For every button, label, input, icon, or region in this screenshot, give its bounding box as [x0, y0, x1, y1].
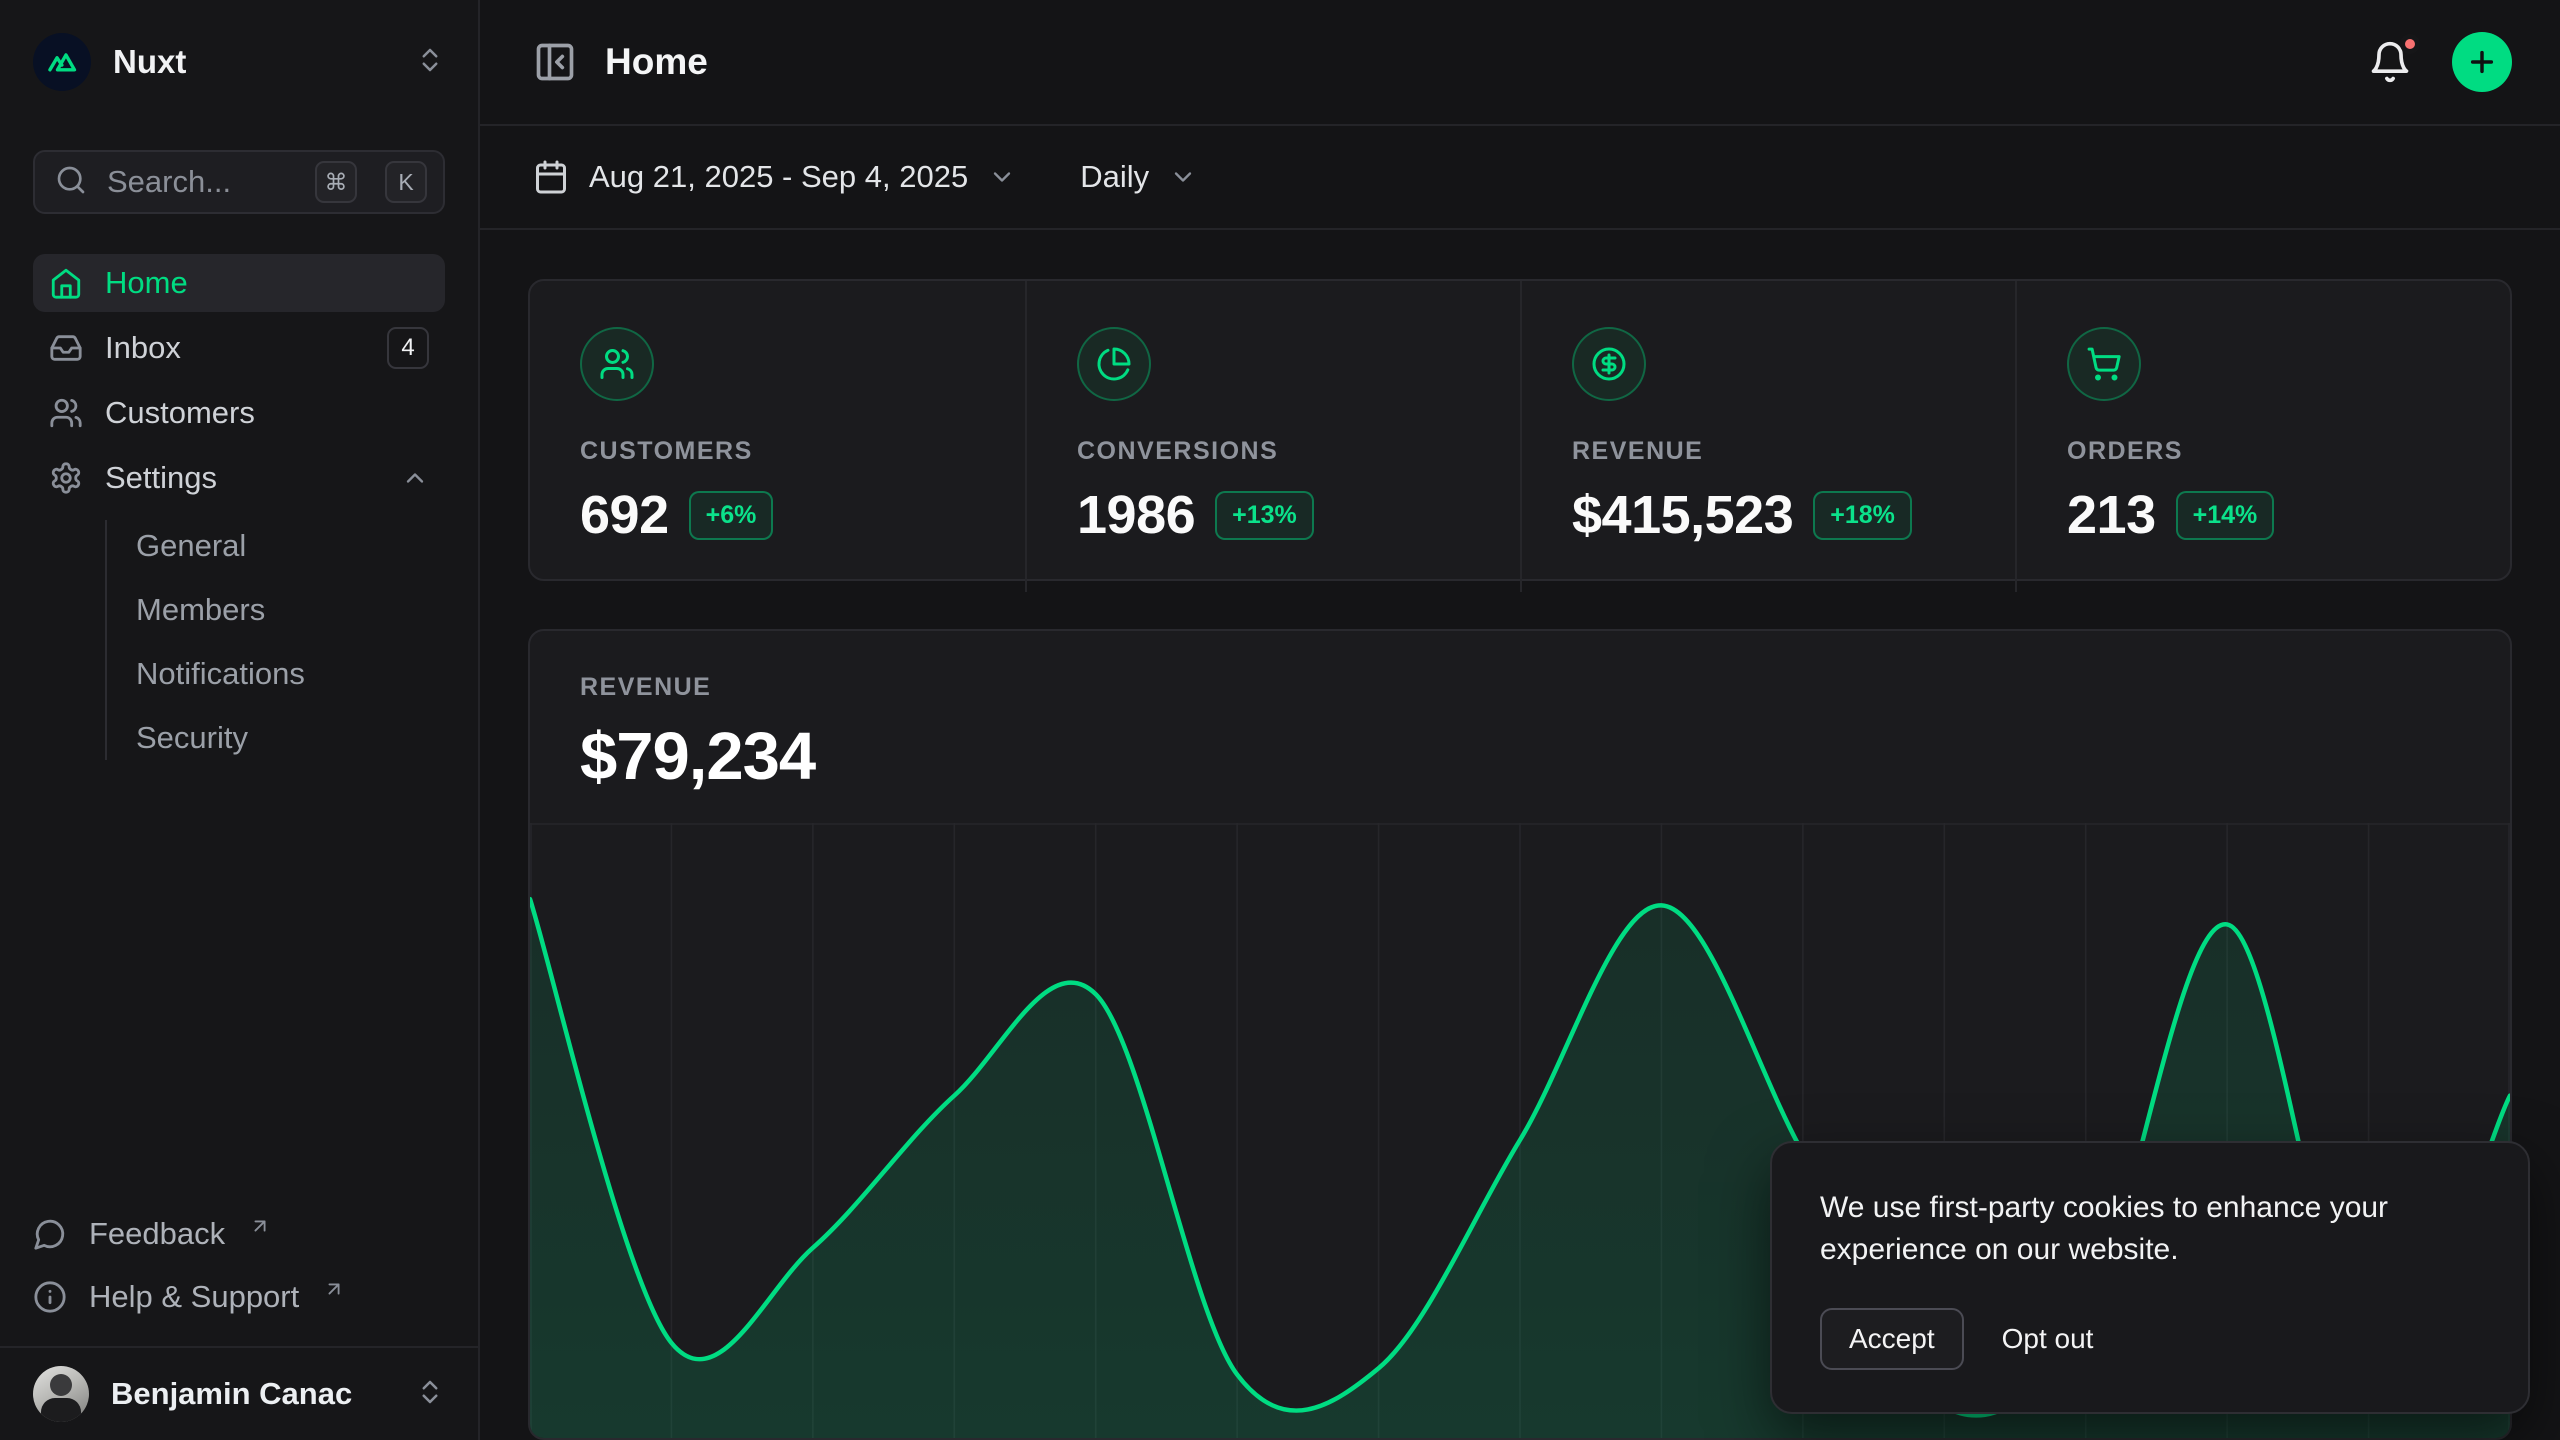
- plus-icon: [2466, 46, 2498, 78]
- sidebar: Nuxt Search... ⌘ K Home: [0, 0, 480, 1440]
- notifications-button[interactable]: [2368, 40, 2412, 84]
- panel-left-close-icon: [533, 40, 577, 84]
- date-range-picker[interactable]: Aug 21, 2025 - Sep 4, 2025: [533, 159, 1016, 195]
- users-icon: [49, 396, 83, 430]
- help-support-label: Help & Support: [89, 1279, 299, 1315]
- sidebar-footer-links: Feedback Help & Support: [33, 1202, 445, 1328]
- sidebar-item-label: Inbox: [105, 330, 365, 366]
- stat-label: CONVERSIONS: [1077, 437, 1470, 466]
- sidebar-item-notifications[interactable]: Notifications: [136, 642, 445, 706]
- notification-dot: [2400, 34, 2420, 54]
- opt-out-button[interactable]: Opt out: [1996, 1310, 2100, 1368]
- users-icon: [580, 327, 654, 401]
- stat-customers: CUSTOMERS 692 +6%: [530, 281, 1025, 592]
- sidebar-item-label: Settings: [105, 460, 379, 496]
- chevron-down-icon: [1169, 163, 1197, 191]
- stat-revenue: REVENUE $415,523 +18%: [1520, 281, 2015, 592]
- stat-delta-badge: +18%: [1813, 491, 1912, 540]
- period-value: Daily: [1080, 159, 1149, 195]
- stat-orders: ORDERS 213 +14%: [2015, 281, 2510, 592]
- org-name: Nuxt: [113, 43, 393, 81]
- revenue-chart-header: REVENUE $79,234: [530, 631, 2510, 795]
- stat-value: 692: [580, 484, 669, 546]
- chevron-down-icon: [988, 163, 1016, 191]
- sidebar-item-label: Home: [105, 265, 429, 301]
- external-link-icon: [249, 1209, 271, 1245]
- user-name: Benjamin Canac: [111, 1376, 393, 1412]
- nuxt-logo-icon: [33, 33, 91, 91]
- revenue-chart-value: $79,234: [580, 718, 2460, 795]
- sidebar-user-section: Benjamin Canac: [0, 1346, 478, 1440]
- shopping-cart-icon: [2067, 327, 2141, 401]
- pie-chart-icon: [1077, 327, 1151, 401]
- kbd-k: K: [385, 161, 427, 203]
- cookie-message: We use first-party cookies to enhance yo…: [1820, 1187, 2460, 1270]
- stat-value: $415,523: [1572, 484, 1793, 546]
- chevrons-up-down-icon: [415, 45, 445, 80]
- inbox-count-badge: 4: [387, 327, 429, 369]
- sidebar-item-home[interactable]: Home: [33, 254, 445, 312]
- feedback-label: Feedback: [89, 1216, 225, 1252]
- chevron-up-icon: [401, 464, 429, 492]
- kbd-meta: ⌘: [315, 161, 357, 203]
- user-menu[interactable]: Benjamin Canac: [33, 1366, 445, 1422]
- search-placeholder: Search...: [107, 164, 295, 200]
- revenue-chart-label: REVENUE: [580, 673, 2460, 702]
- sidebar-item-security[interactable]: Security: [136, 706, 445, 770]
- stat-label: ORDERS: [2067, 437, 2460, 466]
- stat-label: REVENUE: [1572, 437, 1965, 466]
- stat-label: CUSTOMERS: [580, 437, 975, 466]
- sidebar-item-inbox[interactable]: Inbox 4: [33, 319, 445, 377]
- collapse-sidebar-button[interactable]: [533, 40, 577, 84]
- cookie-banner: We use first-party cookies to enhance yo…: [1770, 1141, 2530, 1414]
- stat-conversions: CONVERSIONS 1986 +13%: [1025, 281, 1520, 592]
- stat-value: 1986: [1077, 484, 1195, 546]
- sidebar-item-general[interactable]: General: [136, 514, 445, 578]
- sidebar-item-label: Customers: [105, 395, 429, 431]
- external-link-icon: [323, 1272, 345, 1308]
- stat-value: 213: [2067, 484, 2156, 546]
- sidebar-item-settings[interactable]: Settings: [33, 449, 445, 507]
- message-bubble-icon: [33, 1217, 67, 1251]
- sidebar-nav: Home Inbox 4 Customers Settings: [33, 254, 445, 776]
- accept-button[interactable]: Accept: [1820, 1308, 1964, 1370]
- date-range-value: Aug 21, 2025 - Sep 4, 2025: [589, 159, 968, 195]
- help-support-link[interactable]: Help & Support: [33, 1265, 445, 1328]
- filter-toolbar: Aug 21, 2025 - Sep 4, 2025 Daily: [480, 126, 2560, 230]
- sidebar-spacer: [0, 776, 478, 1202]
- settings-sub-list: General Members Notifications Security: [33, 514, 445, 770]
- org-switcher[interactable]: Nuxt: [33, 30, 445, 94]
- add-button[interactable]: [2452, 32, 2512, 92]
- calendar-icon: [533, 159, 569, 195]
- topbar: Home: [480, 0, 2560, 126]
- user-avatar: [33, 1366, 89, 1422]
- feedback-link[interactable]: Feedback: [33, 1202, 445, 1265]
- stats-card: CUSTOMERS 692 +6% CONVERSIONS 1986 +13%: [528, 279, 2512, 581]
- page-title: Home: [605, 41, 708, 83]
- stat-delta-badge: +14%: [2176, 491, 2275, 540]
- info-circle-icon: [33, 1280, 67, 1314]
- dollar-circle-icon: [1572, 327, 1646, 401]
- search-icon: [55, 164, 87, 201]
- sidebar-item-customers[interactable]: Customers: [33, 384, 445, 442]
- home-icon: [49, 266, 83, 300]
- search-input[interactable]: Search... ⌘ K: [33, 150, 445, 214]
- gear-icon: [49, 461, 83, 495]
- stat-delta-badge: +6%: [689, 491, 774, 540]
- sidebar-item-members[interactable]: Members: [136, 578, 445, 642]
- period-select[interactable]: Daily: [1080, 159, 1197, 195]
- inbox-icon: [49, 331, 83, 365]
- chevrons-up-down-icon: [415, 1377, 445, 1412]
- stat-delta-badge: +13%: [1215, 491, 1314, 540]
